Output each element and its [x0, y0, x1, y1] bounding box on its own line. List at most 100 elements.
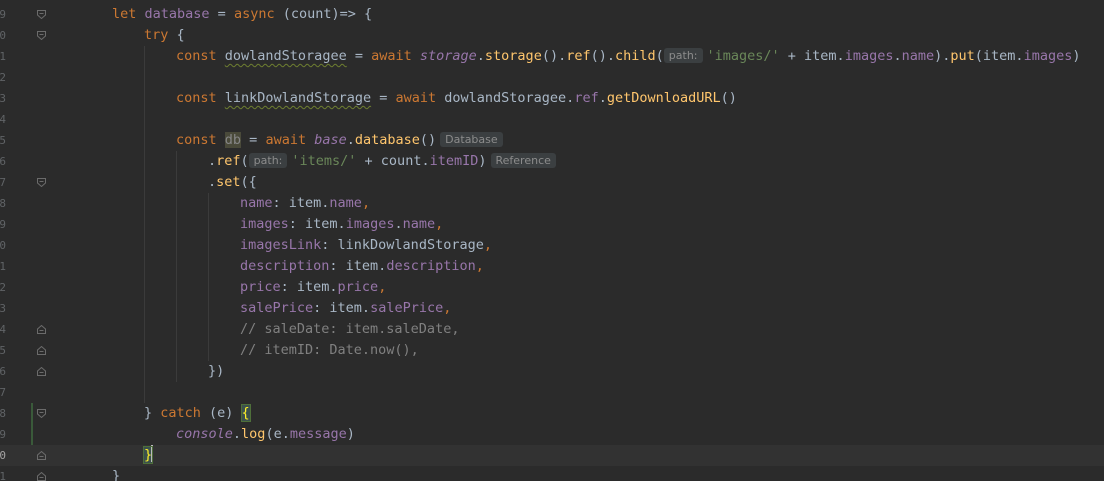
- type-hint: Database: [440, 132, 503, 147]
- code-editor[interactable]: let database = async (count)=> { try { c…: [0, 0, 1104, 481]
- code-line[interactable]: const dowlandStoragee = await storage.st…: [0, 46, 1104, 67]
- property-value: name: [402, 216, 436, 232]
- variable-db-unused: db: [224, 132, 242, 148]
- object-key: description: [240, 258, 330, 274]
- comment: // itemID: Date.now(),: [240, 342, 419, 358]
- fold-end-icon[interactable]: [37, 451, 46, 460]
- punct: ): [1072, 48, 1081, 64]
- property-ref: ref: [574, 90, 599, 106]
- fold-end-icon[interactable]: [37, 346, 46, 355]
- code-line[interactable]: // itemID: Date.now(),: [0, 340, 1104, 361]
- dot: .: [893, 48, 902, 64]
- expr: : item.: [329, 258, 387, 274]
- line-number: 2: [0, 281, 6, 294]
- line-number: 8: [0, 407, 6, 420]
- object-key: imagesLink: [240, 237, 322, 253]
- string-literal: 'items/': [291, 153, 357, 169]
- code-line[interactable]: try {: [0, 25, 1104, 46]
- type-hint: Reference: [490, 153, 556, 168]
- line-number: 5: [0, 344, 6, 357]
- dot: .: [394, 216, 403, 232]
- method-database: database: [354, 132, 420, 148]
- method-getDownloadURL: getDownloadURL: [606, 90, 721, 106]
- fold-end-icon[interactable]: [37, 367, 46, 376]
- punct: (: [655, 48, 664, 64]
- comma: ,: [435, 216, 444, 232]
- keyword-const: const: [176, 132, 225, 148]
- identifier-console: console: [176, 426, 233, 442]
- code-line[interactable]: }: [0, 466, 1104, 481]
- identifier-storage: storage: [419, 48, 477, 64]
- fold-collapse-icon[interactable]: [37, 10, 46, 19]
- line-number: 0: [0, 449, 6, 462]
- method-set: set: [216, 174, 241, 190]
- property-value: salePrice: [370, 300, 444, 316]
- expr: + item.: [779, 48, 845, 64]
- code-line[interactable]: const linkDowlandStorage = await dowland…: [0, 88, 1104, 109]
- line-number: 0: [0, 239, 6, 252]
- line-number: 7: [0, 386, 6, 399]
- code-line[interactable]: salePrice: item.salePrice,: [0, 298, 1104, 319]
- current-code-line[interactable]: }: [0, 445, 1104, 466]
- code-line[interactable]: console.log(e.message): [0, 424, 1104, 445]
- indent-guide: [208, 193, 209, 361]
- expr: : linkDowlandStorage: [321, 237, 484, 253]
- code-line[interactable]: }): [0, 361, 1104, 382]
- operator: =: [346, 48, 372, 64]
- fold-collapse-icon[interactable]: [37, 31, 46, 40]
- method-put: put: [950, 48, 975, 64]
- punct: ().: [590, 48, 615, 64]
- object-key: salePrice: [240, 300, 314, 316]
- line-number: 2: [0, 71, 6, 84]
- method-child: child: [615, 48, 656, 64]
- code-line[interactable]: name: item.name,: [0, 193, 1104, 214]
- code-line[interactable]: .set({: [0, 172, 1104, 193]
- operator: =: [209, 6, 234, 22]
- punct: ).: [934, 48, 951, 64]
- keyword-await: await: [265, 132, 315, 148]
- dot: .: [208, 174, 217, 190]
- property-value: name: [329, 195, 362, 211]
- expr: : item.: [272, 195, 330, 211]
- property-name: name: [901, 48, 935, 64]
- code-line[interactable]: price: item.price,: [0, 277, 1104, 298]
- code-line[interactable]: const db = await base.database() Database: [0, 130, 1104, 151]
- identifier-base: base: [314, 132, 347, 148]
- text-caret: [151, 445, 154, 462]
- code-line[interactable]: images: item.images.name,: [0, 214, 1104, 235]
- fold-collapse-icon[interactable]: [37, 178, 46, 187]
- code-line[interactable]: imagesLink: linkDowlandStorage,: [0, 235, 1104, 256]
- fold-end-icon[interactable]: [37, 325, 46, 334]
- string-literal: 'images/': [706, 48, 780, 64]
- line-number: 9: [0, 428, 6, 441]
- punct: (): [419, 132, 437, 148]
- comment: // saleDate: item.saleDate,: [240, 321, 460, 337]
- object-key: images: [240, 216, 289, 232]
- closing-paren: }): [208, 363, 225, 379]
- line-number: 1: [0, 470, 6, 481]
- fold-end-icon[interactable]: [37, 472, 46, 481]
- line-number: 1: [0, 50, 6, 63]
- property-itemID: itemID: [429, 153, 479, 169]
- method-ref: ref: [566, 48, 591, 64]
- params: (count)=> {: [274, 6, 373, 22]
- code-line[interactable]: description: item.description,: [0, 256, 1104, 277]
- dot: .: [346, 132, 355, 148]
- comma: ,: [443, 300, 452, 316]
- object-key: price: [240, 279, 281, 295]
- fold-collapse-icon[interactable]: [37, 409, 46, 418]
- brace: }: [112, 468, 121, 481]
- code-line[interactable]: // saleDate: item.saleDate,: [0, 319, 1104, 340]
- punct: ): [478, 153, 487, 169]
- punct: (item.: [974, 48, 1024, 64]
- expr: : item.: [280, 279, 338, 295]
- keyword-const: const: [176, 48, 225, 64]
- object-key: name: [240, 195, 273, 211]
- code-line[interactable]: } catch (e) {: [0, 403, 1104, 424]
- punct: (: [240, 153, 249, 169]
- code-line[interactable]: .ref(path:'items/' + count.itemID) Refere…: [0, 151, 1104, 172]
- line-number: 8: [0, 197, 6, 210]
- punct: (): [720, 90, 737, 106]
- brace: }: [144, 405, 161, 421]
- code-line[interactable]: let database = async (count)=> {: [0, 4, 1104, 25]
